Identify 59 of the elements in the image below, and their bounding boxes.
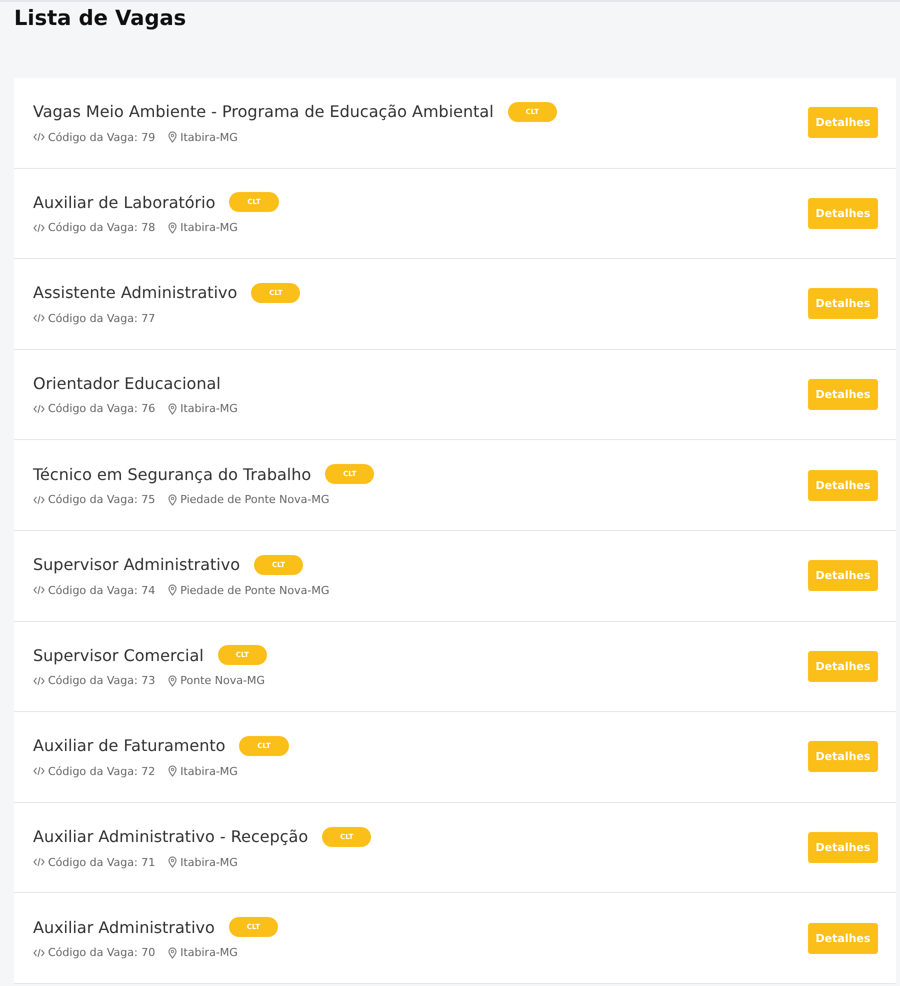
details-button[interactable]: Detalhes bbox=[808, 470, 878, 501]
job-location: Itabira-MG bbox=[180, 221, 238, 234]
job-title: Técnico em Segurança do Trabalho bbox=[33, 464, 312, 484]
location-pin-icon bbox=[168, 402, 178, 415]
location-pin-icon bbox=[168, 494, 178, 506]
job-location: Itabira-MG bbox=[180, 130, 238, 144]
job-code: Código da Vaga: 76 bbox=[48, 402, 156, 416]
code-icon bbox=[33, 404, 45, 414]
code-icon bbox=[33, 222, 45, 233]
code-icon bbox=[33, 494, 45, 505]
job-location: Piedade de Ponte Nova-MG bbox=[180, 584, 330, 597]
location-pin-icon bbox=[168, 131, 178, 144]
details-button[interactable]: Detalhes bbox=[808, 650, 878, 682]
job-code: Código da Vaga: 74 bbox=[48, 584, 156, 597]
code-icon bbox=[33, 948, 45, 958]
job-code: Código da Vaga: 77 bbox=[48, 312, 156, 325]
details-button[interactable]: Detalhes bbox=[808, 107, 878, 138]
job-code: Código da Vaga: 71 bbox=[48, 856, 156, 869]
location-pin-icon bbox=[168, 765, 178, 778]
job-code: Código da Vaga: 73 bbox=[48, 674, 156, 688]
job-location: Itabira-MG bbox=[180, 402, 238, 416]
job-title: Auxiliar de Faturamento bbox=[33, 736, 226, 756]
details-button[interactable]: Detalhes bbox=[808, 198, 878, 229]
job-location: Itabira-MG bbox=[180, 946, 238, 960]
details-button[interactable]: Detalhes bbox=[808, 288, 878, 320]
job-location: Piedade de Ponte Nova-MG bbox=[180, 493, 330, 506]
job-title: Assistente Administrativo bbox=[33, 283, 238, 302]
job-title: Supervisor Comercial bbox=[33, 646, 204, 665]
location-pin-icon bbox=[168, 674, 178, 687]
details-button[interactable]: Detalhes bbox=[808, 379, 878, 410]
job-title: Orientador Educacional bbox=[33, 374, 221, 394]
job-code: Código da Vaga: 70 bbox=[48, 946, 156, 960]
code-icon bbox=[33, 857, 45, 868]
job-location: Itabira-MG bbox=[180, 764, 238, 778]
job-title: Auxiliar Administrativo - Recepção bbox=[33, 827, 308, 846]
location-pin-icon bbox=[168, 946, 178, 959]
job-code: Código da Vaga: 78 bbox=[48, 221, 156, 234]
location-pin-icon bbox=[168, 222, 178, 234]
job-location: Ponte Nova-MG bbox=[180, 674, 265, 688]
job-title: Supervisor Administrativo bbox=[33, 555, 240, 574]
code-icon bbox=[33, 132, 45, 142]
job-code: Código da Vaga: 72 bbox=[48, 764, 156, 778]
details-button[interactable]: Detalhes bbox=[808, 560, 878, 592]
job-location: Itabira-MG bbox=[180, 856, 238, 869]
page-title: Lista de Vagas bbox=[14, 5, 188, 31]
code-icon bbox=[33, 676, 45, 686]
code-icon bbox=[33, 766, 45, 776]
location-pin-icon bbox=[168, 856, 178, 868]
job-title: Vagas Meio Ambiente - Programa de Educação Ambiental bbox=[33, 102, 494, 122]
details-button[interactable]: Detalhes bbox=[808, 741, 878, 772]
job-title: Auxiliar Administrativo bbox=[33, 918, 215, 937]
job-code: Código da Vaga: 79 bbox=[48, 130, 156, 144]
code-icon bbox=[33, 585, 45, 596]
job-code: Código da Vaga: 75 bbox=[48, 493, 156, 506]
code-icon bbox=[33, 313, 45, 324]
details-button[interactable]: Detalhes bbox=[808, 832, 878, 864]
details-button[interactable]: Detalhes bbox=[808, 922, 878, 954]
job-title: Auxiliar de Laboratório bbox=[33, 192, 216, 212]
location-pin-icon bbox=[168, 584, 178, 596]
